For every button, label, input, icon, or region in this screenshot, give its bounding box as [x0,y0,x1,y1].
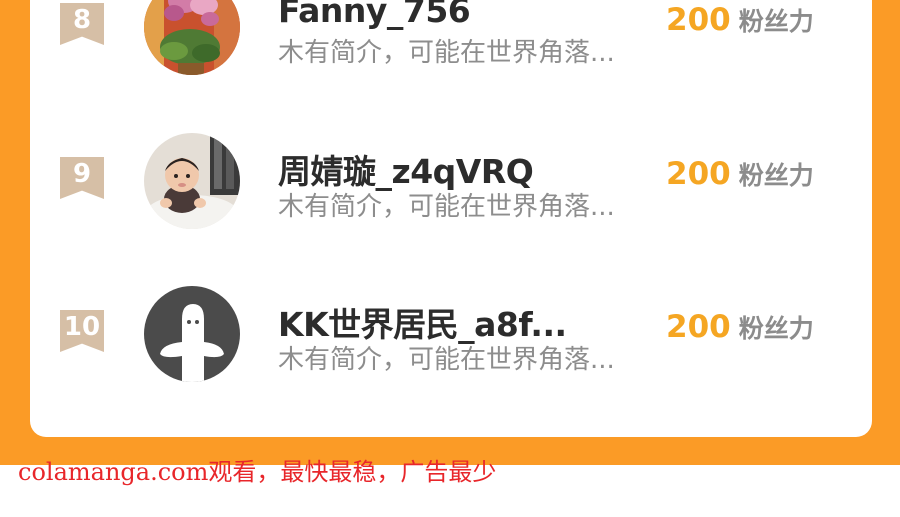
user-bio: 木有简介，可能在世界角落... [278,345,615,375]
fan-power-score: 200 粉丝力 [666,156,814,192]
fan-power-score: 200 粉丝力 [666,2,814,38]
fan-ranking-card: 8 Fanny_756 木有简介，可能在世界角落... 200 粉丝力 9 周婧… [30,0,872,437]
user-bio: 木有简介，可能在世界角落... [278,192,615,222]
score-value: 200 [666,2,731,38]
score-value: 200 [666,309,731,345]
fan-power-score: 200 粉丝力 [666,309,814,345]
user-name[interactable]: Fanny_756 [278,0,471,30]
rank-badge: 8 [60,3,104,45]
baby-photo-avatar[interactable] [144,133,240,229]
default-user-avatar[interactable] [144,286,240,382]
rank-badge: 10 [60,310,104,352]
ranking-row[interactable]: 10 KK世界居民_a8f... 木有简介，可能在世界角落... 200 粉丝力 [30,273,872,393]
score-unit: 粉丝力 [738,161,814,190]
rank-badge: 9 [60,157,104,199]
watermark-text: colamanga.com观看，最快最稳，广告最少 [18,458,497,486]
score-unit: 粉丝力 [738,7,814,36]
ranking-row[interactable]: 9 周婧璇_z4qVRQ 木有简介，可能在世界角落... 200 粉丝力 [30,120,872,240]
user-bio: 木有简介，可能在世界角落... [278,38,615,68]
flower-photo-avatar[interactable] [144,0,240,75]
score-unit: 粉丝力 [738,314,814,343]
ranking-row[interactable]: 8 Fanny_756 木有简介，可能在世界角落... 200 粉丝力 [30,0,872,86]
score-value: 200 [666,156,731,192]
